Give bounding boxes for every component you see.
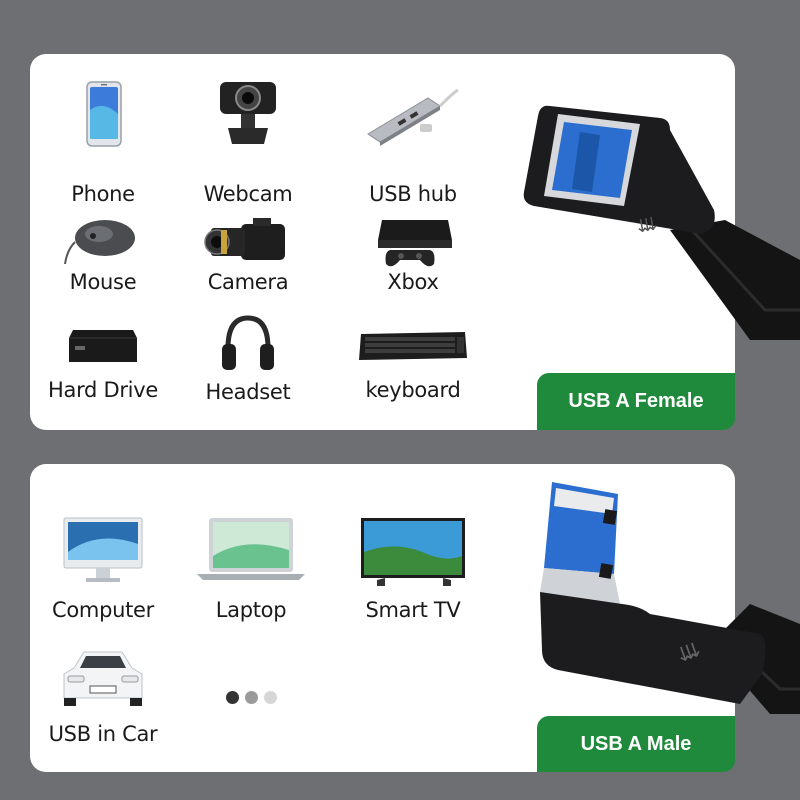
headset-icon (183, 314, 313, 376)
device-label: Laptop (215, 598, 287, 622)
carousel-dot-1[interactable] (226, 691, 239, 704)
device-label: keyboard (365, 378, 461, 402)
usb-a-female-badge: USB A Female (537, 373, 735, 430)
device-label: Computer (52, 598, 154, 622)
webcam-icon (183, 78, 313, 153)
device-label: Smart TV (365, 598, 461, 622)
device-label: Webcam (203, 182, 293, 206)
carousel-dot-2[interactable] (245, 691, 258, 704)
tv-icon (348, 516, 478, 588)
console-icon (348, 214, 478, 272)
computer-icon (38, 516, 168, 588)
svg-text:⇶: ⇶ (635, 215, 658, 234)
camera-icon (183, 214, 313, 269)
laptop-icon (186, 516, 316, 582)
carousel-dot-3[interactable] (264, 691, 277, 704)
device-label: USB in Car (48, 722, 158, 746)
usb-a-male-badge: USB A Male (537, 716, 735, 772)
device-label: USB hub (369, 182, 457, 206)
device-label: Headset (205, 380, 291, 404)
keyboard-icon (348, 328, 478, 364)
usb-hub-icon (348, 82, 478, 152)
mouse-icon (38, 214, 168, 269)
usb-a-female-connector-image: ⇶ (520, 100, 800, 360)
phone-icon (38, 80, 168, 150)
device-label: Camera (207, 270, 289, 294)
car-icon (38, 646, 168, 710)
carousel-dots (226, 691, 277, 704)
hard-drive-icon (38, 322, 168, 372)
usb-a-male-connector-image: ⇶ (530, 474, 800, 714)
device-label: Xbox (387, 270, 439, 294)
